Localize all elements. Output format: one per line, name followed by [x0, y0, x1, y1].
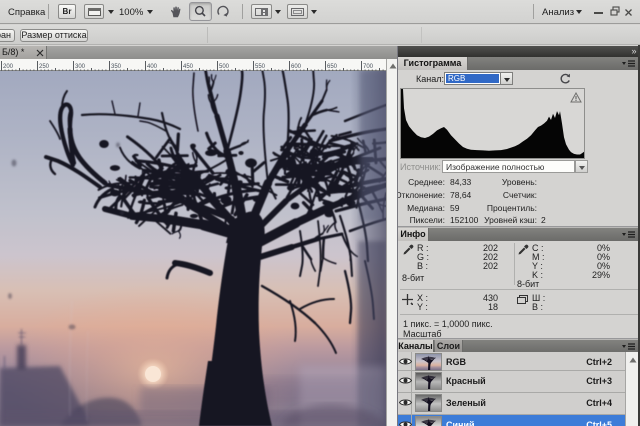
svg-text:250: 250: [39, 64, 50, 70]
svg-text:500: 500: [219, 64, 230, 70]
svg-text:650: 650: [327, 64, 338, 70]
svg-text:400: 400: [147, 64, 158, 70]
svg-text:200: 200: [3, 64, 14, 70]
svg-text:700: 700: [363, 64, 374, 70]
svg-text:300: 300: [75, 64, 86, 70]
svg-text:550: 550: [255, 64, 266, 70]
svg-text:350: 350: [111, 64, 122, 70]
svg-text:450: 450: [183, 64, 194, 70]
svg-text:600: 600: [291, 64, 302, 70]
